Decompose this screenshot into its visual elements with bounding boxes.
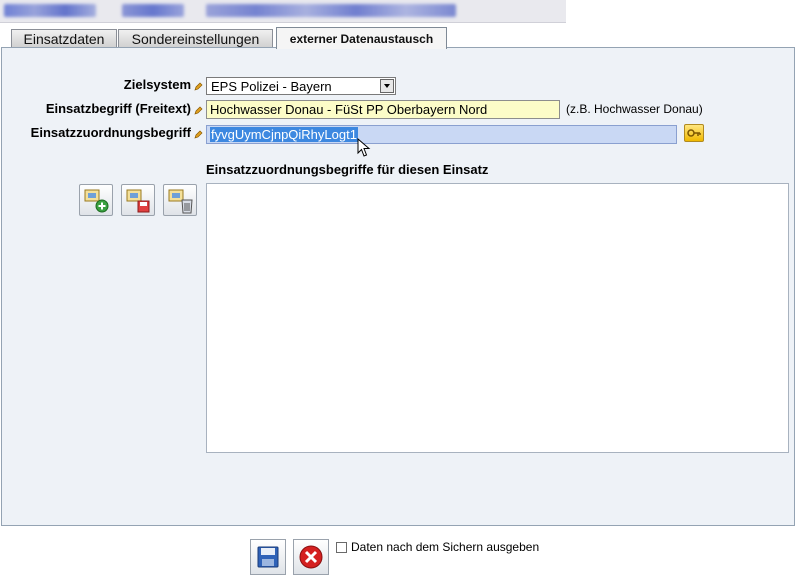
zielsystem-value: EPS Polizei - Bayern (211, 79, 332, 94)
cancel-button[interactable] (293, 539, 329, 575)
zuordnung-list[interactable] (206, 183, 789, 453)
blurred-text (122, 4, 184, 17)
list-title: Einsatzzuordnungsbegriffe für diesen Ein… (206, 162, 489, 177)
generate-key-button[interactable] (684, 124, 704, 142)
mouse-cursor-icon (357, 138, 371, 157)
einsatzbegriff-hint: (z.B. Hochwasser Donau) (566, 102, 703, 116)
add-icon (84, 189, 109, 213)
pencil-icon (194, 82, 203, 91)
delete-icon (168, 189, 193, 214)
save-entry-button[interactable] (121, 184, 155, 216)
save-icon (126, 189, 150, 213)
zuordnung-input[interactable]: fyvgUymCjnpQiRhyLogt1 (206, 125, 677, 144)
output-after-save-label: Daten nach dem Sichern ausgeben (351, 540, 540, 554)
delete-entry-button[interactable] (163, 184, 197, 216)
zuordnung-label: Einsatzzuordnungsbegriff (30, 125, 191, 140)
einsatzbegriff-input[interactable]: Hochwasser Donau - FüSt PP Oberbayern No… (206, 100, 560, 119)
output-after-save-checkbox[interactable] (336, 542, 347, 553)
title-strip (0, 0, 566, 23)
cancel-icon (299, 545, 323, 569)
zielsystem-select[interactable]: EPS Polizei - Bayern (206, 77, 396, 95)
pencil-icon (194, 130, 203, 139)
tab-sondereinstellungen[interactable]: Sondereinstellungen (118, 29, 273, 48)
tab-einsatzdaten[interactable]: Einsatzdaten (11, 29, 117, 48)
save-button[interactable] (250, 539, 286, 575)
zuordnung-selected-text: fyvgUymCjnpQiRhyLogt1 (210, 127, 358, 142)
einsatzbegriff-label: Einsatzbegriff (Freitext) (45, 101, 191, 116)
blurred-text (4, 4, 96, 17)
zielsystem-label: Zielsystem (123, 77, 191, 92)
blurred-text (206, 4, 456, 17)
chevron-down-icon[interactable] (380, 79, 394, 93)
add-entry-button[interactable] (79, 184, 113, 216)
save-icon (257, 546, 279, 568)
key-icon (687, 129, 701, 137)
pencil-icon (194, 106, 203, 115)
tab-externer-datenaustausch[interactable]: externer Datenaustausch (276, 27, 447, 49)
